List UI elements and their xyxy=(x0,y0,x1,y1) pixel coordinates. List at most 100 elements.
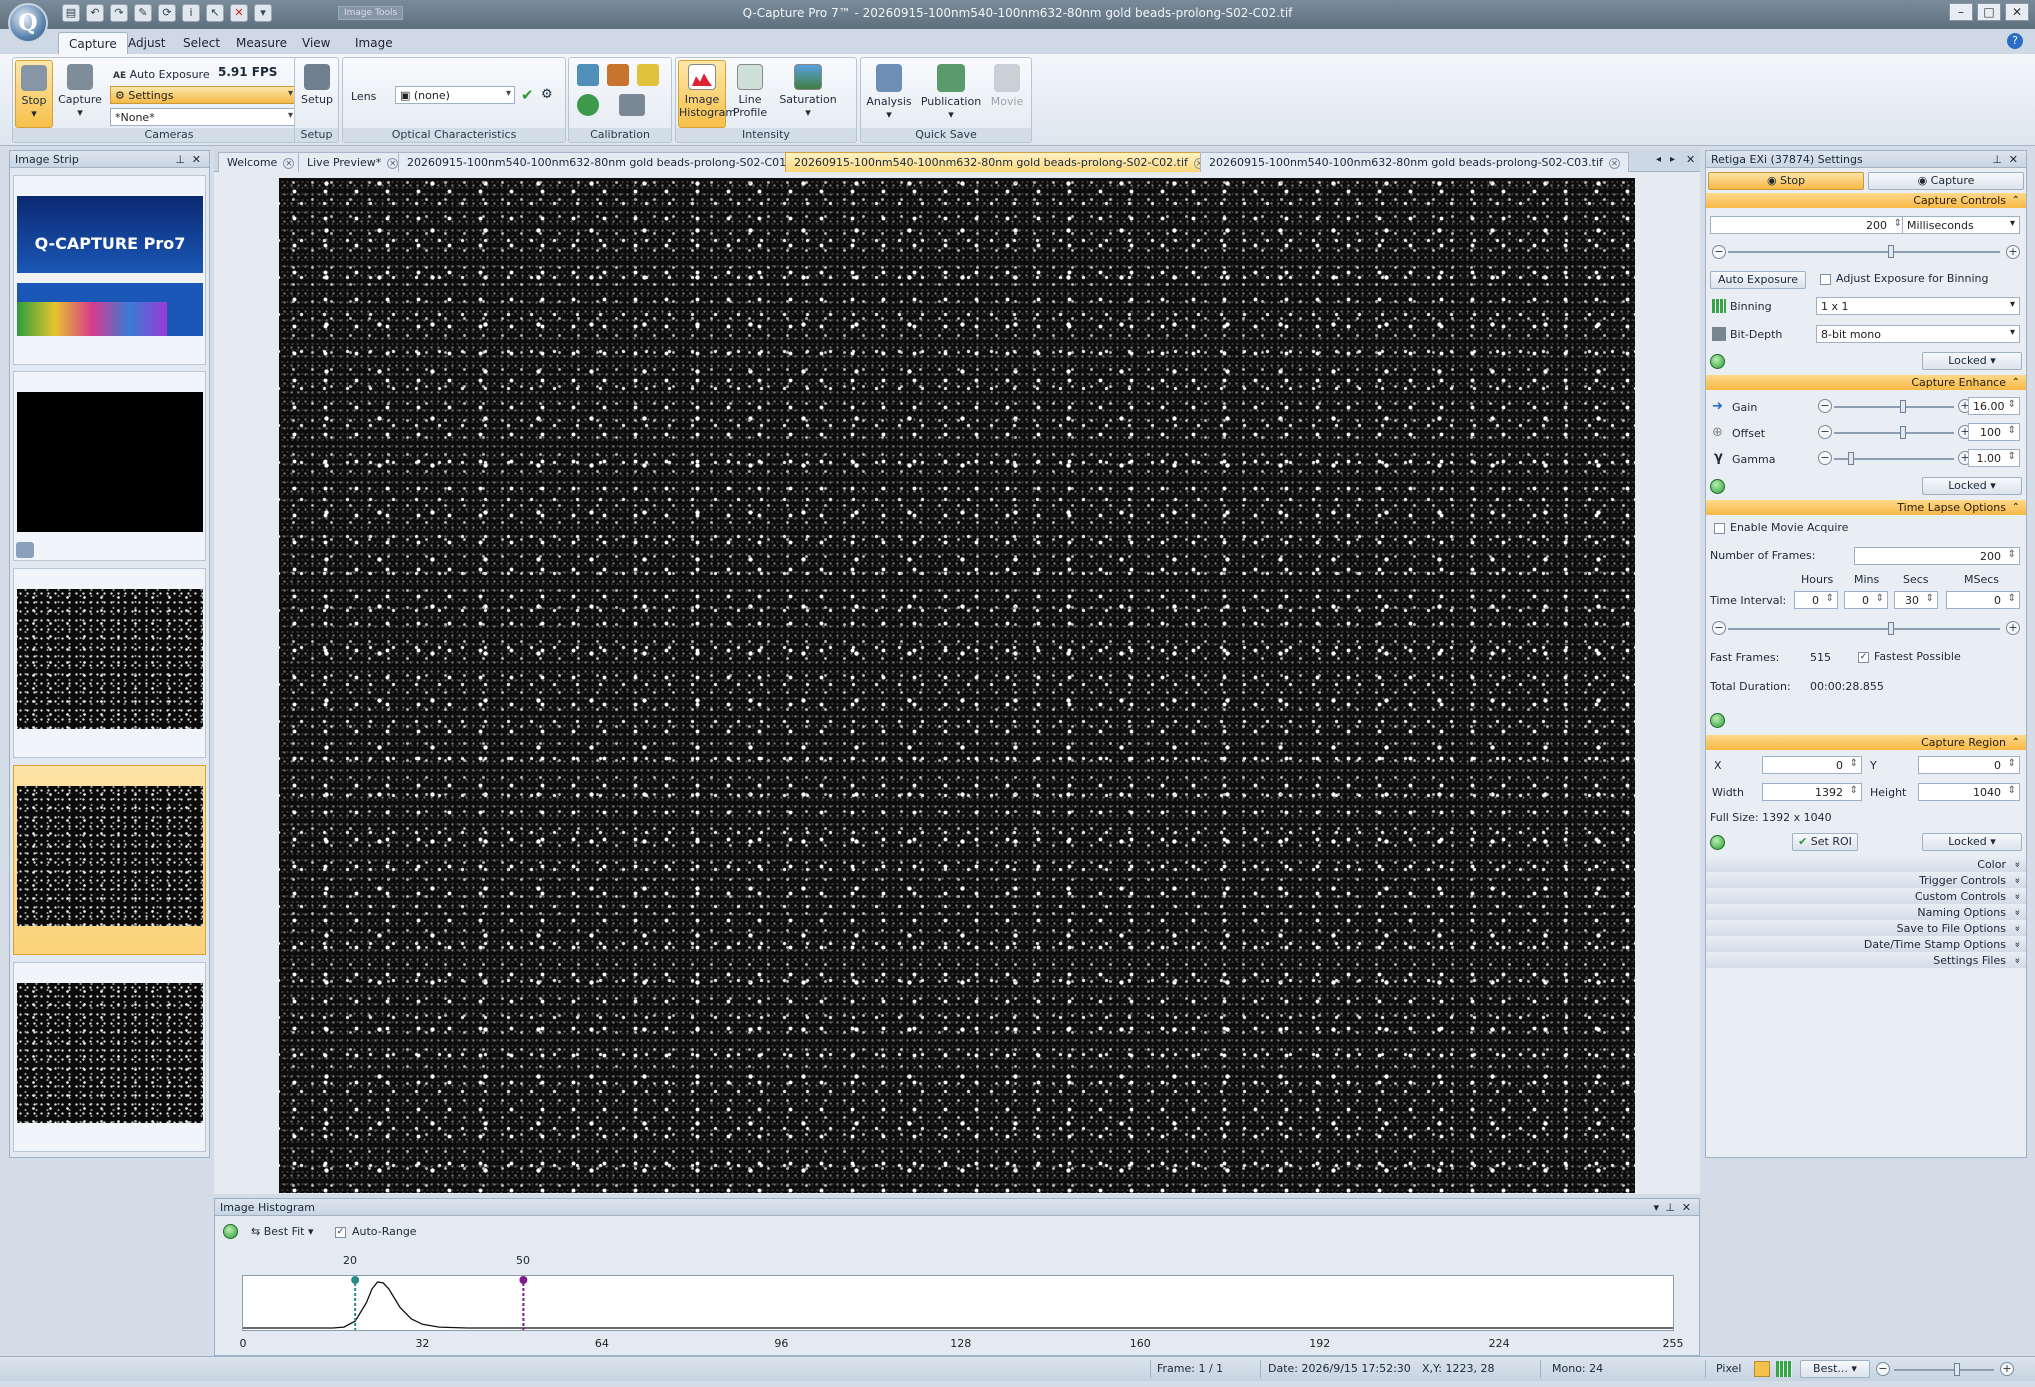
exposure-input[interactable]: 200 xyxy=(1710,216,1906,234)
redo-icon[interactable]: ↷ xyxy=(110,4,128,22)
fastest-possible-checkbox[interactable]: ✓ xyxy=(1858,652,1869,663)
tab-close-icon[interactable]: ✕ xyxy=(1608,158,1620,169)
hours-input[interactable]: 0 xyxy=(1794,591,1838,609)
settings-files-section[interactable]: Settings Files xyxy=(1706,953,2026,968)
decrease-icon[interactable]: − xyxy=(1712,245,1726,259)
pointer-icon[interactable]: ↖ xyxy=(206,4,224,22)
max-marker-handle[interactable] xyxy=(519,1276,528,1284)
stop-button[interactable]: Stop ▾ xyxy=(15,60,53,128)
saturation-button[interactable]: Saturation ▾ xyxy=(776,64,840,119)
width-input[interactable]: 1392 xyxy=(1762,783,1862,801)
decrease-icon[interactable]: − xyxy=(1818,399,1832,413)
save-to-file-section[interactable]: Save to File Options xyxy=(1706,921,2026,936)
histogram-plot[interactable] xyxy=(242,1275,1674,1331)
slider-thumb[interactable] xyxy=(1954,1363,1960,1376)
capture-tab-button[interactable]: ◉ Capture xyxy=(1868,172,2024,190)
decrease-icon[interactable]: − xyxy=(1818,425,1832,439)
scale-icon[interactable] xyxy=(637,64,659,86)
slider-thumb[interactable] xyxy=(1900,400,1906,413)
reset-capture-enhance-icon[interactable] xyxy=(1710,479,1725,494)
decrease-icon[interactable]: − xyxy=(1818,451,1832,465)
settings-dropdown[interactable]: ⚙ Settings xyxy=(110,86,297,104)
save-icon[interactable]: ▤ xyxy=(62,4,80,22)
info-icon[interactable]: i xyxy=(182,4,200,22)
lens-dropdown[interactable]: ▣ (none) xyxy=(395,86,515,104)
decrease-icon[interactable]: − xyxy=(1712,621,1726,635)
gamma-slider[interactable] xyxy=(1834,452,1954,465)
reset-capture-region-icon[interactable] xyxy=(1710,835,1725,850)
movie-button[interactable]: Movie xyxy=(987,64,1027,108)
reset-capture-controls-icon[interactable] xyxy=(1710,354,1725,369)
help-icon[interactable]: ? xyxy=(2007,33,2023,49)
pin-icon[interactable]: ⊥ xyxy=(175,153,185,166)
customize-qat-icon[interactable]: ▾ xyxy=(254,4,272,22)
exposure-unit-dropdown[interactable]: Milliseconds xyxy=(1902,216,2020,234)
reset-histogram-icon[interactable] xyxy=(223,1224,238,1239)
frames-input[interactable]: 200 xyxy=(1854,547,2020,565)
thumbnail-c03[interactable] xyxy=(13,962,206,1152)
app-logo-button[interactable]: Q xyxy=(8,3,48,43)
panel-close-icon[interactable]: ✕ xyxy=(2009,153,2018,166)
best-fit-dropdown[interactable]: ⇆ Best Fit ▾ xyxy=(251,1225,314,1238)
slider-thumb[interactable] xyxy=(1888,622,1894,635)
undo-icon[interactable]: ↶ xyxy=(86,4,104,22)
tab-view[interactable]: View xyxy=(292,32,340,54)
capture-button[interactable]: Capture ▾ xyxy=(57,64,103,128)
maximize-button[interactable]: □ xyxy=(1977,3,2001,21)
secs-input[interactable]: 30 xyxy=(1894,591,1938,609)
delete-icon[interactable]: ✕ xyxy=(230,4,248,22)
custom-controls-section[interactable]: Custom Controls xyxy=(1706,889,2026,904)
pencil-icon[interactable]: ✎ xyxy=(134,4,152,22)
offset-input[interactable]: 100 xyxy=(1968,423,2020,441)
binning-dropdown[interactable]: 1 x 1 xyxy=(1816,297,2020,315)
preset-dropdown[interactable]: *None* xyxy=(110,108,297,126)
refresh-icon[interactable]: ⟳ xyxy=(158,4,176,22)
time-lapse-header[interactable]: Time Lapse Options xyxy=(1706,500,2026,515)
tab-image[interactable]: Image xyxy=(345,32,403,54)
locked-dropdown[interactable]: Locked ▾ xyxy=(1922,352,2022,370)
apply-lens-icon[interactable]: ✔ xyxy=(521,86,534,104)
panel-menu-icon[interactable]: ▾ xyxy=(1653,1201,1659,1214)
doc-tab-c02[interactable]: 20260915-100nm540-100nm632-80nm gold bea… xyxy=(785,152,1214,172)
doc-tab-c01[interactable]: 20260915-100nm540-100nm632-80nm gold bea… xyxy=(398,152,827,172)
tab-close-icon[interactable]: ✕ xyxy=(387,158,399,169)
slider-thumb[interactable] xyxy=(1900,426,1906,439)
pin-icon[interactable]: ⊥ xyxy=(1992,153,2002,166)
tab-measure[interactable]: Measure xyxy=(226,32,297,54)
pin-icon[interactable]: ⊥ xyxy=(1665,1201,1675,1214)
doc-tab-live-preview[interactable]: Live Preview* ✕ xyxy=(298,152,408,172)
min-marker-handle[interactable] xyxy=(351,1276,360,1284)
height-input[interactable]: 1040 xyxy=(1918,783,2020,801)
calibrate-icon[interactable] xyxy=(577,64,599,86)
auto-exposure-button[interactable]: Auto Exposure xyxy=(1710,271,1806,289)
capture-region-header[interactable]: Capture Region xyxy=(1706,735,2026,750)
ruler-icon[interactable] xyxy=(607,64,629,86)
panel-close-icon[interactable]: ✕ xyxy=(1682,1201,1691,1214)
date-time-stamp-section[interactable]: Date/Time Stamp Options xyxy=(1706,937,2026,952)
zoom-dropdown[interactable]: Best... ▾ xyxy=(1800,1360,1870,1378)
zoom-slider[interactable] xyxy=(1894,1363,1994,1376)
adjust-binning-checkbox[interactable] xyxy=(1820,274,1831,285)
set-roi-button[interactable]: ✔ Set ROI xyxy=(1792,833,1858,851)
setup-button[interactable]: Setup xyxy=(299,64,335,106)
auto-exposure-label[interactable]: AE Auto Exposure xyxy=(113,68,210,81)
color-section[interactable]: Color xyxy=(1706,857,2026,872)
gain-input[interactable]: 16.00 xyxy=(1968,397,2020,415)
gain-slider[interactable] xyxy=(1834,400,1954,413)
tab-adjust[interactable]: Adjust xyxy=(118,32,176,54)
microscope-image[interactable] xyxy=(279,178,1635,1193)
auto-range-checkbox[interactable]: ✓ xyxy=(335,1227,346,1238)
thumbnail-c01[interactable] xyxy=(13,568,206,758)
tab-scroll-right-icon[interactable]: ▸ xyxy=(1670,154,1675,165)
analysis-button[interactable]: Analysis ▾ xyxy=(865,64,913,121)
thumbnail-splash[interactable]: Q-CAPTURE Pro7 xyxy=(13,175,206,365)
locked-dropdown[interactable]: Locked ▾ xyxy=(1922,477,2022,495)
y-input[interactable]: 0 xyxy=(1918,756,2020,774)
mins-input[interactable]: 0 xyxy=(1844,591,1888,609)
interval-slider[interactable] xyxy=(1728,622,2000,635)
slider-thumb[interactable] xyxy=(1888,245,1894,258)
tab-close-icon[interactable]: ✕ xyxy=(283,158,295,169)
zoom-in-icon[interactable]: + xyxy=(2000,1362,2014,1376)
trigger-controls-section[interactable]: Trigger Controls xyxy=(1706,873,2026,888)
doc-tab-welcome[interactable]: Welcome ✕ xyxy=(218,152,304,172)
